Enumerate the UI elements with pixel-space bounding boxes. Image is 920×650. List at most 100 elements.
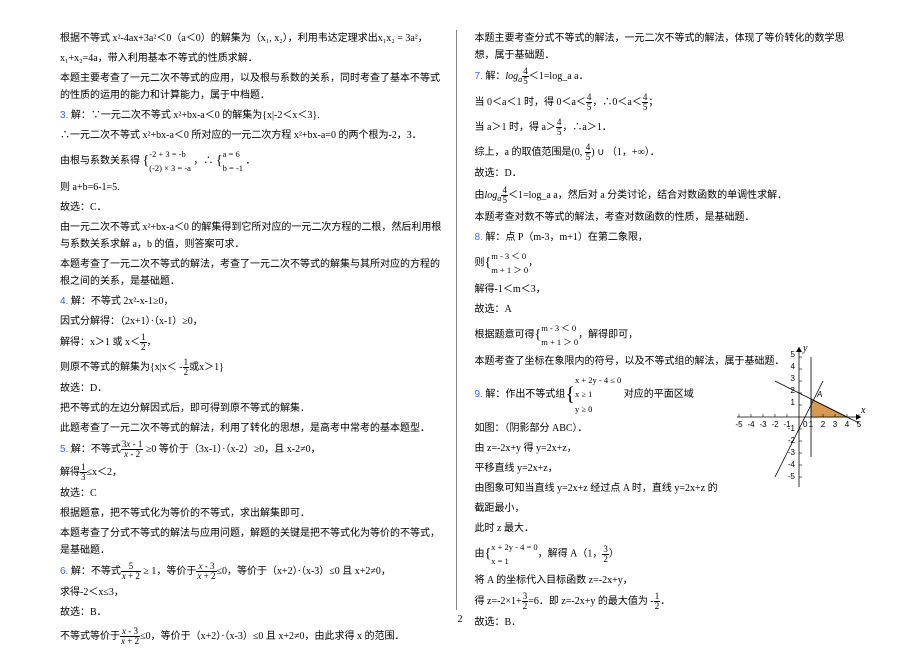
svg-text:A: A <box>816 390 822 399</box>
svg-text:4: 4 <box>791 362 796 371</box>
text: 解得：x＞1 或 x＜12， <box>60 333 446 352</box>
text: 此时 z 最大． <box>475 520 861 537</box>
text: 此题考查了一元二次不等式的解法，利用了转化的思想，是高考中常考的基本题型． <box>60 420 446 437</box>
text: 或x＞1} <box>189 362 224 373</box>
text: 解得 <box>60 467 80 478</box>
text: 本题考查了一元二次不等式的解法，考查了一元二次不等式的解集与其所对应的方程的根之… <box>60 256 446 290</box>
text: 把不等式的左边分解因式后，即可得到原不等式的解集． <box>60 400 446 417</box>
text: 对应的平面区域 <box>621 389 694 400</box>
text: ≥0 等价于（3x-1）·（x-2）≥0，且 x-2≠0， <box>143 444 320 455</box>
svg-text:3: 3 <box>833 420 838 429</box>
text: 根据不等式 x²-4ax+3a²＜0（a＜0）的解集为（x₁, x₂），利用韦达… <box>60 30 446 47</box>
text: ≥ 1，等价于 <box>141 566 197 577</box>
eq-line: 则{m - 3 ＜ 0m + 1 ＞ 0， <box>475 249 861 278</box>
text: ) ∪ （1，+∞）． <box>591 147 659 158</box>
text: 根据题意，把不等式化为等价的不等式，求出解集即可． <box>60 505 446 522</box>
text: 则原不等式的解集为{x|x＜ -12或x＞1} <box>60 358 446 377</box>
svg-text:-2: -2 <box>788 436 796 445</box>
svg-text:-5: -5 <box>788 472 796 481</box>
text: m - 3 ＜ 0 <box>541 321 578 335</box>
svg-text:3: 3 <box>791 374 796 383</box>
q-number: 9. <box>475 389 483 400</box>
q-number: 4. <box>60 296 68 307</box>
text: 不等式等价于x - 3x + 2≤0，等价于（x+2）·（x-3）≤0 且 x+… <box>60 627 446 646</box>
text: b = -1 <box>223 161 243 175</box>
text: 则 <box>475 258 485 269</box>
text: 根据题意可得 <box>475 330 535 341</box>
q-number: 5. <box>60 444 68 455</box>
text: 当 a＞1 时，得 a＞ <box>475 122 556 133</box>
text: ， <box>528 258 538 269</box>
svg-text:5: 5 <box>857 420 862 429</box>
text: 综上，a 的取值范围是(0, 45) ∪ （1，+∞）． <box>475 143 861 162</box>
brace-icon: { <box>216 154 223 169</box>
text: ，解得 A（1， <box>538 549 603 560</box>
text: ∴一元二次不等式 x²+bx-a＜0 所对应的一元二次方程 x²+bx-a=0 … <box>60 127 446 144</box>
svg-text:-4: -4 <box>788 460 796 469</box>
svg-text:1: 1 <box>791 398 796 407</box>
text: 解：不等式 <box>71 566 121 577</box>
feasible-region-chart: -5 -4 -3 -2 -1 0 1 2 3 4 5 1 <box>734 342 864 502</box>
text: 得 z=-2×1+32=6．即 z=-2x+y 的最大值为 -12． <box>475 592 861 611</box>
text: 将 A 的坐标代入目标函数 z=-2x+y， <box>475 572 861 589</box>
text: ，∴ <box>193 156 213 167</box>
text: 则 a+b=6-1=5. <box>60 179 446 196</box>
text: 不等式等价于 <box>60 631 120 642</box>
text: 故选：D． <box>475 165 861 182</box>
text: 本题主要考查分式不等式的解法，一元二次不等式的解法，体现了等价转化的数学思想，属… <box>475 30 861 64</box>
left-column: 根据不等式 x²-4ax+3a²＜0（a＜0）的解集为（x₁, x₂），利用韦达… <box>60 30 457 610</box>
eq-line: 由根与系数关系得 {-2 + 3 = -b(-2) × 3 = -a ，∴ {a… <box>60 147 446 176</box>
text: 解： <box>485 71 505 82</box>
q-number: 7. <box>475 71 483 82</box>
text: 则原不等式的解集为{x|x＜ - <box>60 362 183 373</box>
q5-line: 5. 解：不等式3x - 1x - 2 ≥0 等价于（3x-1）·（x-2）≥0… <box>60 440 446 459</box>
text: 解：作出不等式组 <box>485 389 565 400</box>
text: 本题主要考查了一元二次不等式的应用，以及根与系数的关系，同时考查了基本不等式的性… <box>60 70 446 104</box>
text: 当 a＞1 时，得 a＞45，∴a＞1． <box>475 118 861 137</box>
text: x₁+x₂=4a，带入利用基本不等式的性质求解． <box>60 50 446 67</box>
brace-icon: { <box>485 255 492 270</box>
text: 由根与系数关系得 <box>60 156 140 167</box>
text: ，∴a＞1． <box>562 122 611 133</box>
svg-text:0: 0 <box>803 420 808 429</box>
svg-text:-3: -3 <box>759 420 767 429</box>
page-number: 2 <box>458 611 463 628</box>
text: ≤0，等价于（x+2）·（x-3）≤0 且 x+2≠0，由此求得 x 的范围． <box>140 631 404 642</box>
q4-line: 4. 解：不等式 2x²-x-1≥0， <box>60 293 446 310</box>
text: 由 <box>475 549 485 560</box>
text: ； <box>648 97 658 108</box>
text: 故选：D． <box>60 380 446 397</box>
text: 由一元二次不等式 x²+bx-a＜0 的解集得到它所对应的一元二次方程的二根，然… <box>60 219 446 253</box>
q-number: 8. <box>475 232 483 243</box>
svg-text:x: x <box>860 405 866 416</box>
fraction: x - 3x + 2 <box>120 627 140 646</box>
text: =6．即 z=-2x+y 的最大值为 - <box>528 596 654 607</box>
q7-line: 7. 解：loga45＜1=log_a a． <box>475 67 861 87</box>
text: ． <box>246 156 256 167</box>
text: 解得：x＞1 或 x＜ <box>60 337 140 348</box>
right-column: 本题主要考查分式不等式的解法，一元二次不等式的解法，体现了等价转化的数学思想，属… <box>471 30 861 610</box>
text: 故选：B． <box>475 614 861 631</box>
text: ＜1=log_a a，然后对 a 分类讨论，结合对数函数的单调性求解． <box>508 190 787 201</box>
svg-text:-3: -3 <box>788 448 796 457</box>
text: 由loga45＜1=log_a a，然后对 a 分类讨论，结合对数函数的单调性求… <box>475 186 861 206</box>
text: 当 0＜a＜1 时，得 0＜a＜ <box>475 97 586 108</box>
q3-line: 3. 解：∵一元二次不等式 x²+bx-a＜0 的解集为{x|-2＜x＜3}. <box>60 107 446 124</box>
svg-text:4: 4 <box>845 420 850 429</box>
text: m + 1 ＞ 0 <box>491 263 528 277</box>
q8-line: 8. 解：点 P（m-3，m+1）在第二象限， <box>475 229 861 246</box>
text: ，∴0＜a＜ <box>592 97 641 108</box>
text: 故选：C <box>60 485 446 502</box>
q-number: 6. <box>60 566 68 577</box>
text: x ≥ 1 <box>575 387 621 401</box>
text: x + 2y - 4 = 0 <box>491 540 537 554</box>
q6-line: 6. 解：不等式5x + 2 ≥ 1，等价于x - 3x + 2≤0，等价于（x… <box>60 562 446 581</box>
text: ） <box>609 549 619 560</box>
svg-text:-4: -4 <box>747 420 755 429</box>
svg-text:1: 1 <box>809 420 814 429</box>
text: 解得-1＜m＜3， <box>475 281 861 298</box>
svg-text:-1: -1 <box>788 424 796 433</box>
fraction: 5x + 2 <box>121 562 141 581</box>
brace-icon: { <box>485 547 492 562</box>
text: 解得13≤x＜2， <box>60 463 446 482</box>
